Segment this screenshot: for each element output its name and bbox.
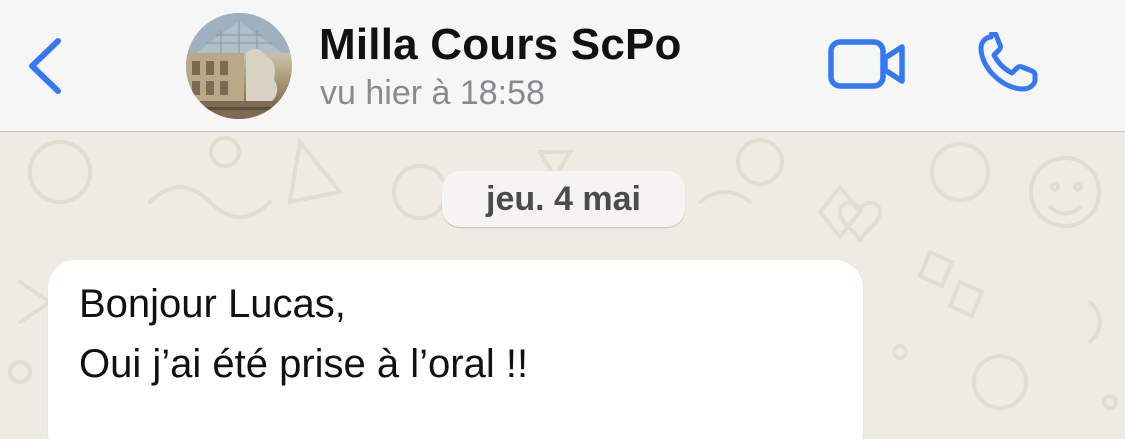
message-text-line: Bonjour Lucas,	[79, 282, 346, 326]
back-button[interactable]	[22, 35, 70, 97]
date-separator: jeu. 4 mai	[442, 171, 685, 227]
message-bubble-incoming[interactable]: Bonjour Lucas, Oui j’ai été prise à l’or…	[48, 260, 863, 439]
last-seen-status: vu hier à 18:58	[320, 74, 545, 112]
avatar[interactable]	[186, 13, 292, 119]
message-text-line: Oui j’ai été prise à l’oral !!	[79, 342, 529, 386]
avatar-photo	[186, 13, 292, 119]
chat-header: Milla Cours ScPo vu hier à 18:58	[0, 0, 1125, 132]
chevron-left-icon	[29, 38, 61, 94]
video-camera-icon	[828, 39, 905, 89]
contact-name[interactable]: Milla Cours ScPo	[319, 20, 682, 70]
voice-call-button[interactable]	[975, 29, 1045, 94]
chat-area[interactable]: jeu. 4 mai Bonjour Lucas, Oui j’ai été p…	[0, 132, 1125, 439]
phone-icon	[978, 29, 1038, 92]
video-call-button[interactable]	[828, 38, 908, 90]
